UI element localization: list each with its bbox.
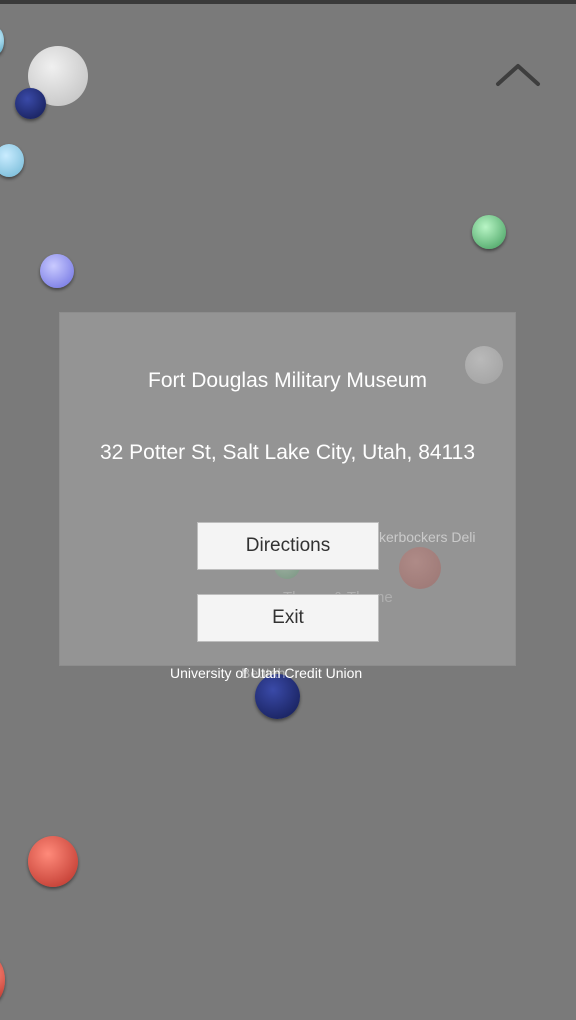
location-label-overlap: Beutah	[241, 665, 286, 681]
location-marker-sphere[interactable]	[15, 88, 46, 119]
location-label-deli: ckerbockers Deli	[372, 529, 476, 545]
location-address: 32 Potter St, Salt Lake City, Utah, 8411…	[99, 441, 476, 464]
collapse-button[interactable]	[490, 52, 546, 96]
location-marker-sphere	[399, 547, 441, 589]
exit-button[interactable]: Exit	[197, 594, 379, 642]
location-marker-sphere[interactable]	[0, 28, 4, 54]
chevron-up-icon	[496, 64, 540, 86]
location-marker-sphere[interactable]	[28, 836, 78, 887]
location-marker-sphere[interactable]	[0, 958, 5, 1002]
map-scene[interactable]: University of Utah Credit Union Beutah c…	[0, 0, 576, 1020]
directions-button[interactable]: Directions	[197, 522, 379, 570]
location-marker-sphere[interactable]	[40, 254, 74, 288]
status-strip	[0, 0, 576, 4]
location-marker-sphere[interactable]	[472, 215, 506, 249]
location-marker-sphere[interactable]	[0, 144, 24, 177]
location-title: Fort Douglas Military Museum	[148, 369, 427, 392]
location-info-dialog: ckerbockers Deli Thyme & Thyme Fort Doug…	[59, 312, 516, 666]
